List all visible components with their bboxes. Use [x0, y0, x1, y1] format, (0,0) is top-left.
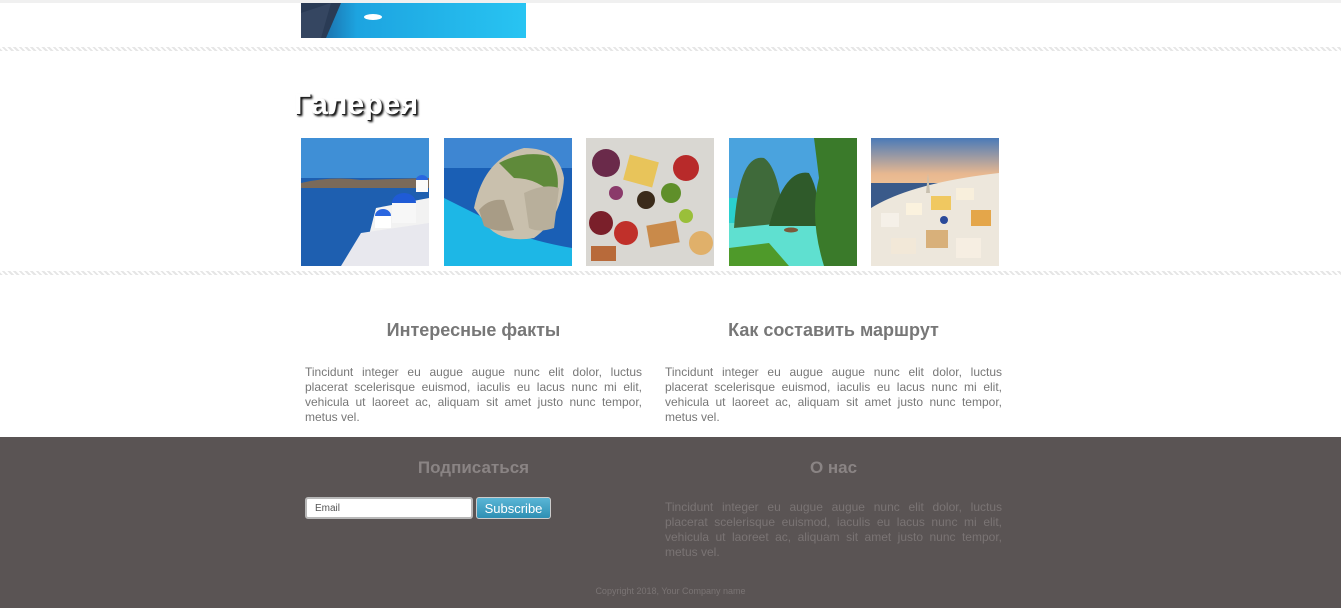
facts-title: Интересные факты	[386, 320, 561, 340]
route-section: Как составить маршрут Tincidunt integer …	[665, 320, 1002, 425]
facts-text: Tincidunt integer eu augue augue nunc el…	[305, 365, 642, 424]
route-text: Tincidunt integer eu augue augue nunc el…	[665, 365, 1002, 424]
gallery-image-food[interactable]	[586, 138, 714, 266]
gallery-image-lagoon[interactable]	[729, 138, 857, 266]
subscribe-button[interactable]: Subscribe	[476, 497, 551, 519]
top-section	[0, 0, 1341, 50]
gallery-image-santorini[interactable]	[301, 138, 429, 266]
route-title: Как составить маршрут	[728, 320, 939, 340]
about-title: О нас	[809, 458, 858, 477]
facts-section: Интересные факты Tincidunt integer eu au…	[305, 320, 642, 425]
section-divider	[0, 47, 1341, 51]
copyright-text: Copyright 2018, Your Company name	[595, 586, 746, 596]
email-input[interactable]	[305, 497, 473, 519]
gallery-image-oia[interactable]	[871, 138, 999, 266]
subscribe-section: Подписаться	[305, 458, 642, 478]
gallery-title: Галерея	[294, 88, 419, 121]
section-divider	[0, 271, 1341, 275]
footer: Подписаться О нас Tincidunt integer eu a…	[0, 437, 1341, 608]
top-banner-image	[301, 3, 526, 38]
gallery-image-navagio[interactable]	[444, 138, 572, 266]
subscribe-title: Подписаться	[417, 458, 530, 477]
about-section: О нас Tincidunt integer eu augue augue n…	[665, 458, 1002, 560]
about-text: Tincidunt integer eu augue augue nunc el…	[665, 500, 1002, 559]
